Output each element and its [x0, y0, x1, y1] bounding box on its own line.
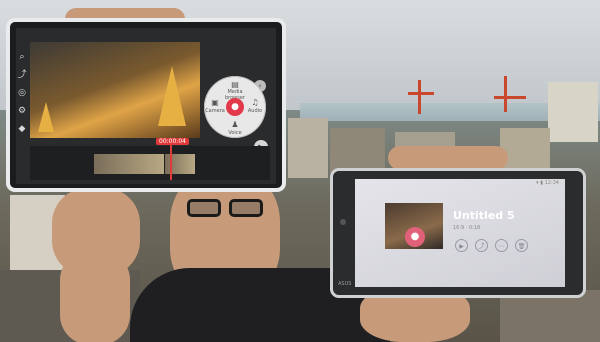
settings-icon[interactable]: ⚙	[16, 102, 28, 120]
building	[288, 118, 328, 178]
crane	[418, 80, 421, 114]
project-screen: ▾ ▮ 12:34 ● Untitled 5 16:9 · 0:18 ▶ ⤴ ⋯…	[355, 179, 565, 287]
device-logo: ASUS	[338, 281, 352, 287]
camera-label: Camera	[205, 108, 225, 114]
share-icon[interactable]: ⤴	[16, 66, 28, 84]
pagoda	[158, 66, 186, 126]
target-icon[interactable]: ◎	[16, 84, 28, 102]
microphone-icon[interactable]: ♟	[230, 120, 240, 129]
side-toolbar: ⌕ ⤴ ◎ ⚙ ◆	[16, 48, 28, 168]
pagoda	[38, 102, 54, 132]
diamond-icon[interactable]: ◆	[16, 120, 28, 138]
crane	[504, 76, 507, 112]
editor-screen: ⌕ ⤴ ◎ ⚙ ◆ ‹ ▤ Media browser ▣ Camera ♫ A…	[16, 28, 276, 184]
music-icon[interactable]: ♫	[250, 98, 260, 107]
playhead[interactable]	[170, 144, 172, 180]
record-button[interactable]: ●	[226, 98, 244, 116]
photo-scene: ⌕ ⤴ ◎ ⚙ ◆ ‹ ▤ Media browser ▣ Camera ♫ A…	[0, 0, 600, 342]
voice-label: Voice	[228, 130, 242, 136]
camera-icon[interactable]: ▣	[210, 98, 220, 107]
building	[500, 128, 550, 168]
timeline-clip[interactable]	[94, 154, 164, 174]
status-bar: ▾ ▮ 12:34	[536, 180, 559, 186]
right-tablet: ASUS ▾ ▮ 12:34 ● Untitled 5 16:9 · 0:18 …	[330, 168, 586, 298]
left-tablet: ⌕ ⤴ ◎ ⚙ ◆ ‹ ▤ Media browser ▣ Camera ♫ A…	[6, 18, 286, 192]
video-preview	[30, 42, 200, 138]
timecode-tag: 00:00:04	[156, 138, 189, 145]
building	[330, 128, 385, 173]
audio-label: Audio	[247, 108, 263, 114]
play-icon[interactable]: ▶	[455, 239, 468, 252]
glasses	[187, 199, 265, 219]
share-icon[interactable]: ⤴	[475, 239, 488, 252]
record-button[interactable]: ●	[405, 227, 425, 247]
crane-arm	[494, 96, 526, 99]
home-button[interactable]	[340, 219, 346, 225]
project-title: Untitled 5	[453, 209, 515, 222]
delete-icon[interactable]: 🗑	[515, 239, 528, 252]
building	[548, 82, 598, 142]
more-icon[interactable]: ⋯	[495, 239, 508, 252]
media-wheel: ▤ Media browser ▣ Camera ♫ Audio ● ♟ Voi…	[204, 76, 266, 138]
project-info: 16:9 · 0:18	[453, 225, 481, 231]
timeline[interactable]: 00:00:04	[30, 138, 270, 180]
left-arm	[60, 250, 130, 342]
search-icon[interactable]: ⌕	[16, 48, 28, 66]
project-actions: ▶ ⤴ ⋯ 🗑	[455, 239, 565, 255]
media-browser-icon[interactable]: ▤	[230, 80, 240, 89]
fingers	[388, 146, 508, 170]
crane-arm	[408, 92, 434, 95]
